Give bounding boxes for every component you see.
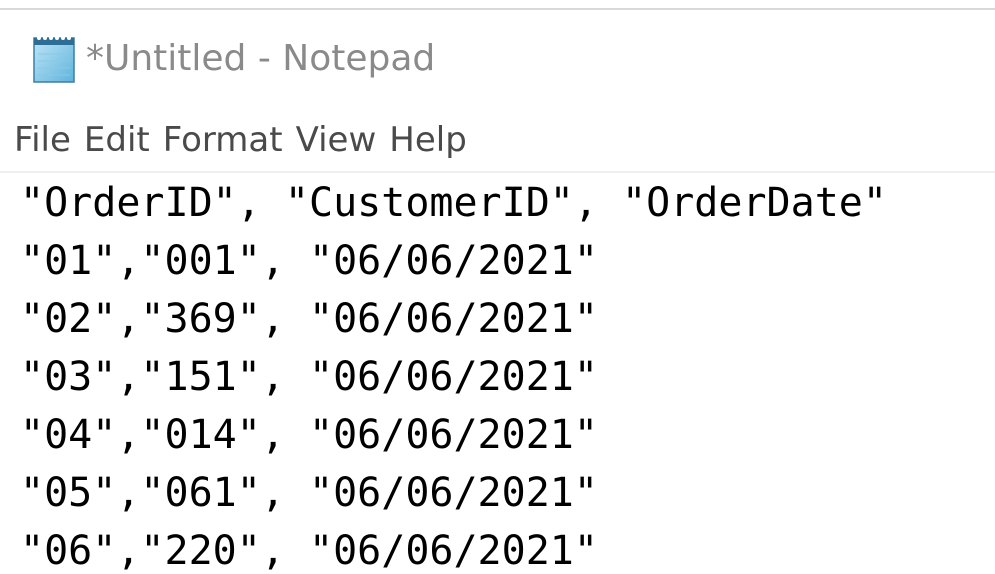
text-line: "05","061", "06/06/2021" <box>20 470 598 516</box>
menu-format[interactable]: Format <box>163 120 283 160</box>
text-line: "04","014", "06/06/2021" <box>20 412 598 458</box>
notepad-window: *Untitled - Notepad File Edit Format Vie… <box>0 0 995 574</box>
menu-edit[interactable]: Edit <box>84 120 150 160</box>
menu-file[interactable]: File <box>14 120 71 160</box>
menu-bar: File Edit Format View Help <box>0 112 995 168</box>
title-bar[interactable]: *Untitled - Notepad <box>0 10 995 110</box>
text-line: "01","001", "06/06/2021" <box>20 238 598 284</box>
window-title: *Untitled - Notepad <box>86 38 436 79</box>
notepad-icon <box>26 30 82 86</box>
text-line: "OrderID", "CustomerID", "OrderDate" <box>20 180 887 226</box>
text-line: "03","151", "06/06/2021" <box>20 354 598 400</box>
text-editor-area[interactable]: "OrderID", "CustomerID", "OrderDate" "01… <box>0 174 995 574</box>
text-line: "02","369", "06/06/2021" <box>20 296 598 342</box>
menu-view[interactable]: View <box>296 120 377 160</box>
menu-divider <box>0 171 995 173</box>
menu-help[interactable]: Help <box>389 120 467 160</box>
text-line: "06","220", "06/06/2021" <box>20 528 598 574</box>
